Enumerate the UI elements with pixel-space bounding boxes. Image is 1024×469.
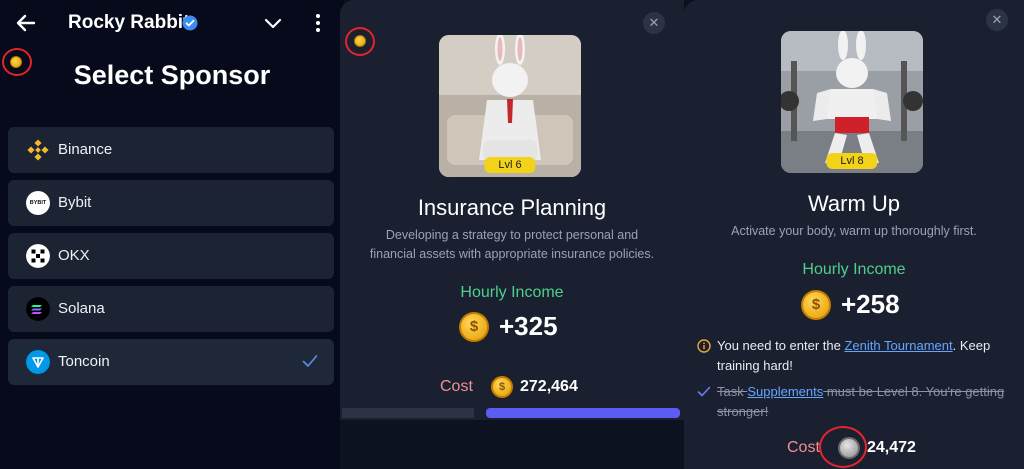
card-description: Developing a strategy to protect persona… — [340, 226, 684, 264]
notice-text: Task Supplements must be Level 8. You're… — [717, 382, 1007, 422]
card-description: Activate your body, warm up thoroughly f… — [731, 224, 977, 238]
requirement-notice: You need to enter the Zenith Tournament.… — [697, 336, 1007, 376]
back-arrow-icon[interactable] — [14, 11, 38, 35]
sponsor-label: Binance — [58, 141, 113, 158]
binance-icon — [27, 139, 49, 161]
zenith-tournament-link[interactable]: Zenith Tournament — [844, 338, 952, 353]
secondary-button[interactable] — [342, 408, 474, 418]
card-title: Warm Up — [807, 191, 901, 216]
dollar-coin-icon: $ — [459, 311, 489, 342]
rabbit-gym-illustration — [781, 31, 923, 173]
sponsor-label: OKX — [58, 247, 90, 264]
level-badge: Lvl 8 — [826, 153, 878, 169]
close-icon: ✕ — [991, 12, 1003, 27]
app-title: Rocky Rabbit — [68, 12, 190, 33]
solana-icon — [26, 297, 50, 321]
description-line: Developing a strategy to protect persona… — [385, 228, 639, 242]
sponsor-list: Binance BYBIT Bybit OKX Solana Toncoin — [8, 127, 334, 392]
card-image: Lvl 8 — [781, 31, 923, 173]
close-button[interactable]: ✕ — [986, 9, 1008, 31]
dollar-coin-icon: $ — [491, 376, 513, 398]
cost-value: 24,472 — [867, 439, 916, 456]
hourly-income-value: +258 — [841, 289, 900, 319]
page-title: Select Sponsor — [73, 60, 271, 90]
rabbit-businessman-illustration — [439, 35, 581, 177]
notice-prefix: Task — [717, 384, 748, 399]
sponsor-panel: Rocky Rabbit Select Sponsor Binance BYBI… — [0, 0, 344, 469]
upgrade-button[interactable] — [486, 408, 680, 418]
completed-requirement: Task Supplements must be Level 8. You're… — [697, 382, 1007, 422]
cost-label: Cost — [787, 439, 820, 456]
sponsor-item-okx[interactable]: OKX — [8, 233, 334, 279]
level-badge: Lvl 6 — [484, 157, 536, 173]
close-icon: ✕ — [648, 15, 660, 30]
cost-row: 24,472 — [838, 437, 916, 459]
hourly-income-row: $ +325 — [459, 311, 558, 342]
dollar-coin-icon: $ — [801, 289, 831, 320]
sponsor-label: Solana — [58, 300, 105, 317]
bybit-icon: BYBIT — [26, 191, 50, 215]
okx-icon — [26, 244, 50, 268]
sponsor-label: Bybit — [58, 194, 92, 211]
supplements-link[interactable]: Supplements — [747, 384, 823, 399]
sponsor-item-solana[interactable]: Solana — [8, 286, 334, 332]
card-image: Lvl 6 — [439, 35, 581, 177]
notice-text: You need to enter the Zenith Tournament.… — [717, 336, 1007, 376]
silver-coin-icon — [838, 437, 860, 459]
hourly-income-label: Hourly Income — [802, 261, 906, 278]
check-icon — [697, 386, 711, 397]
hourly-income-row: $ +258 — [801, 289, 900, 320]
coin-icon — [354, 35, 366, 47]
verified-badge-icon — [182, 15, 198, 31]
close-button[interactable]: ✕ — [643, 12, 665, 34]
info-icon — [697, 339, 711, 353]
description-line: financial assets with appropriate insura… — [369, 247, 655, 261]
bybit-logo-text: BYBIT — [29, 200, 47, 206]
toncoin-icon — [26, 350, 50, 374]
cost-label: Cost — [440, 378, 473, 395]
sponsor-item-binance[interactable]: Binance — [8, 127, 334, 173]
sponsor-item-toncoin[interactable]: Toncoin — [8, 339, 334, 385]
sponsor-label: Toncoin — [58, 353, 110, 370]
notice-prefix: You need to enter the — [717, 338, 845, 353]
cost-row: $ 272,464 — [491, 376, 578, 398]
cost-value: 272,464 — [520, 378, 578, 395]
sponsor-item-bybit[interactable]: BYBIT Bybit — [8, 180, 334, 226]
chevron-down-icon[interactable] — [262, 14, 284, 32]
hourly-income-value: +325 — [499, 311, 558, 341]
hourly-income-label: Hourly Income — [460, 284, 564, 301]
screen: Rocky Rabbit Select Sponsor Binance BYBI… — [0, 0, 1024, 469]
card-title: Insurance Planning — [417, 195, 607, 220]
more-vertical-icon[interactable] — [308, 12, 328, 34]
top-bar: Rocky Rabbit — [0, 0, 344, 46]
check-icon — [302, 355, 318, 367]
